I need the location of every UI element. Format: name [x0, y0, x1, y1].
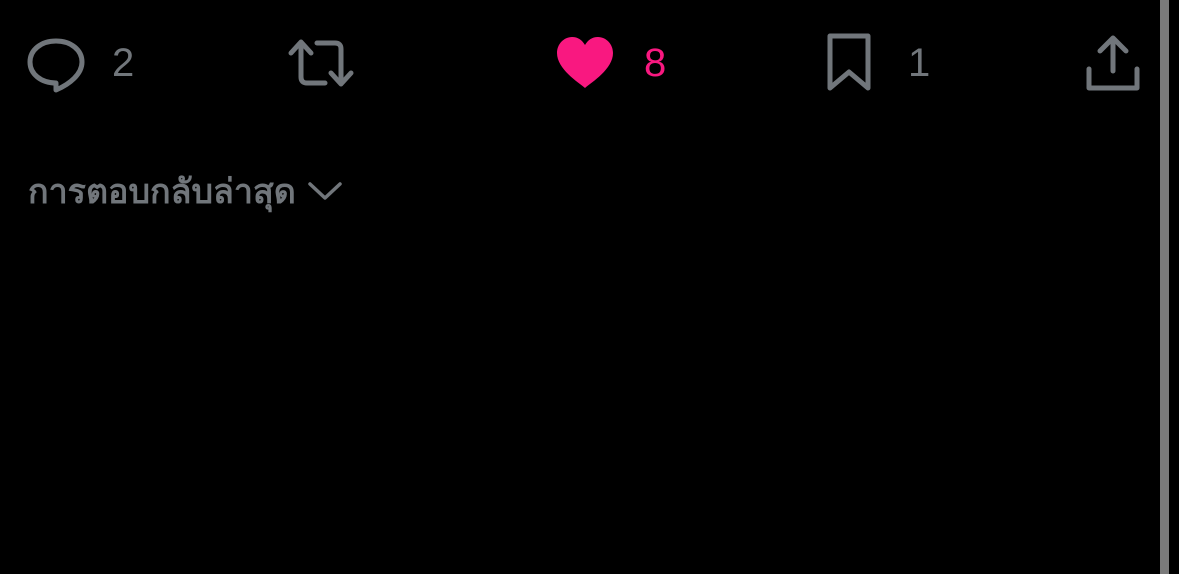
- like-button[interactable]: 8: [556, 30, 666, 96]
- bookmark-count: 1: [908, 41, 931, 85]
- reply-sort-toggle[interactable]: การตอบกลับล่าสุด: [28, 165, 342, 217]
- reply-icon: [27, 38, 85, 93]
- chevron-down-icon: [308, 182, 342, 200]
- reply-sort-label: การตอบกลับล่าสุด: [28, 172, 296, 212]
- post-action-bar: 2 8 1: [0, 0, 1160, 130]
- repost-icon: [288, 39, 354, 87]
- reply-count: 2: [112, 41, 135, 85]
- heart-icon: [557, 37, 613, 88]
- bookmark-button[interactable]: 1: [824, 30, 930, 96]
- share-icon: [1086, 35, 1140, 91]
- repost-button[interactable]: [287, 30, 381, 96]
- reply-button[interactable]: 2: [26, 30, 134, 96]
- bookmark-icon: [827, 33, 871, 91]
- scrollbar[interactable]: [1160, 0, 1169, 574]
- like-count: 8: [644, 41, 667, 85]
- share-button[interactable]: [1085, 30, 1141, 96]
